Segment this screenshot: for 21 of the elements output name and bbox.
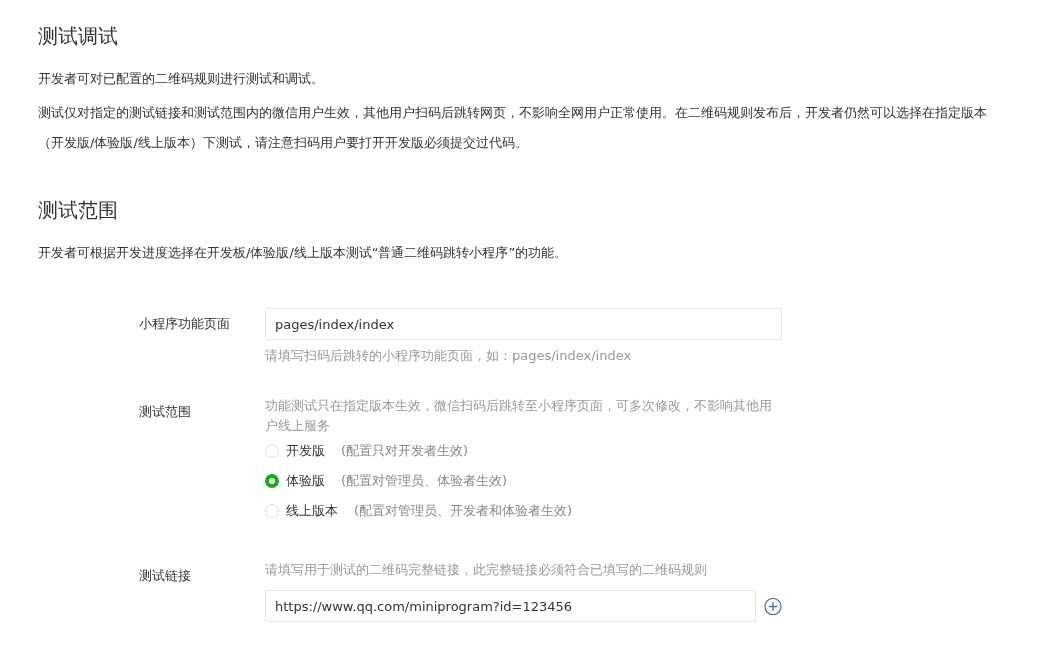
input-field[interactable]: https://www.qq.com/miniprogram?id=123456 bbox=[265, 590, 756, 622]
option-note: (配置对管理员、体验者生效) bbox=[341, 472, 508, 490]
section-title: 测试调试 bbox=[38, 23, 119, 50]
option-label[interactable]: 开发版 bbox=[286, 442, 325, 460]
hint-text: 请填写扫码后跳转的小程序功能页面，如：pages/index/index bbox=[265, 347, 633, 365]
input-field[interactable]: pages/index/index bbox=[265, 308, 782, 340]
description-text: 开发者可根据开发进度选择在开发板/体验版/线上版本测试“普通二维码跳转小程序”的功能。 bbox=[38, 244, 569, 262]
option-note: (配置对管理员、开发者和体验者生效) bbox=[354, 502, 573, 520]
radio-button[interactable] bbox=[265, 474, 279, 488]
field-label: 小程序功能页面 bbox=[139, 315, 231, 333]
hint-text: 请填写用于测试的二维码完整链接，此完整链接必须符合已填写的二维码规则 bbox=[265, 561, 708, 579]
description-text: 测试仅对指定的测试链接和测试范围内的微信用户生效，其他用户扫码后跳转网页，不影响全网用户正常使用。在二维码规则发布后，开发者仍然可以选择在指定版本（开发版/体验版/线上版本）下测试，请注意扫码用户要打开开发版必须提交过代码。 bbox=[38, 104, 988, 152]
field-label: 测试范围 bbox=[139, 403, 192, 421]
option-label[interactable]: 体验版 bbox=[286, 472, 325, 490]
description-text: 开发者可对已配置的二维码规则进行测试和调试。 bbox=[38, 70, 325, 88]
field-label: 测试链接 bbox=[139, 567, 192, 585]
option-label[interactable]: 线上版本 bbox=[286, 502, 338, 520]
section-title: 测试范围 bbox=[38, 197, 119, 224]
add-icon[interactable] bbox=[764, 596, 782, 616]
option-note: (配置只对开发者生效) bbox=[341, 442, 469, 460]
hint-text: 功能测试只在指定版本生效，微信扫码后跳转至小程序页面，可多次修改，不影响其他用户线上服务 bbox=[265, 397, 773, 435]
